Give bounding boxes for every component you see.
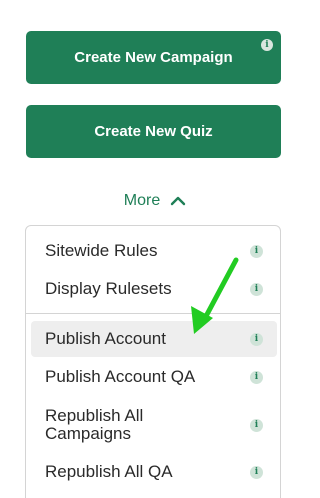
info-icon[interactable]: i bbox=[250, 418, 263, 432]
info-icon[interactable]: i bbox=[250, 370, 263, 384]
menu-item-label: Republish All Campaigns bbox=[45, 406, 144, 443]
menu-item-republish-all-qa[interactable]: Republish All QA i bbox=[31, 457, 277, 487]
menu-item-label: Publish Account bbox=[45, 329, 166, 348]
info-icon[interactable]: i bbox=[250, 282, 263, 296]
menu-item-label: Publish Account QA bbox=[45, 367, 196, 386]
menu-item-republish-all-campaigns[interactable]: Republish All Campaigns i bbox=[31, 402, 277, 448]
create-new-campaign-button[interactable]: Create New Campaign i bbox=[26, 31, 281, 84]
menu-item-display-rulesets[interactable]: Display Rulesets i bbox=[31, 274, 277, 304]
menu-item-sitewide-rules[interactable]: Sitewide Rules i bbox=[31, 236, 277, 266]
create-new-quiz-label: Create New Quiz bbox=[94, 123, 213, 140]
info-icon[interactable]: i bbox=[250, 332, 263, 346]
menu-item-publish-account[interactable]: Publish Account i bbox=[31, 321, 277, 357]
more-label: More bbox=[123, 192, 161, 209]
menu-divider bbox=[26, 313, 280, 314]
info-icon[interactable]: i bbox=[261, 39, 273, 51]
chevron-up-icon bbox=[170, 196, 186, 206]
info-icon[interactable]: i bbox=[250, 244, 263, 258]
menu-item-label: Republish All QA bbox=[45, 462, 173, 481]
menu-item-publish-account-qa[interactable]: Publish Account QA i bbox=[31, 362, 277, 392]
menu-item-label: Sitewide Rules bbox=[45, 241, 158, 260]
info-icon[interactable]: i bbox=[250, 465, 263, 479]
menu-item-label: Display Rulesets bbox=[45, 279, 172, 298]
more-toggle[interactable]: More bbox=[0, 188, 310, 214]
create-new-quiz-button[interactable]: Create New Quiz bbox=[26, 105, 281, 158]
more-dropdown-menu: Sitewide Rules i Display Rulesets i Publ… bbox=[25, 225, 281, 498]
campaign-actions-panel: Create New Campaign i Create New Quiz Mo… bbox=[0, 0, 310, 498]
create-new-campaign-label: Create New Campaign bbox=[74, 49, 233, 66]
